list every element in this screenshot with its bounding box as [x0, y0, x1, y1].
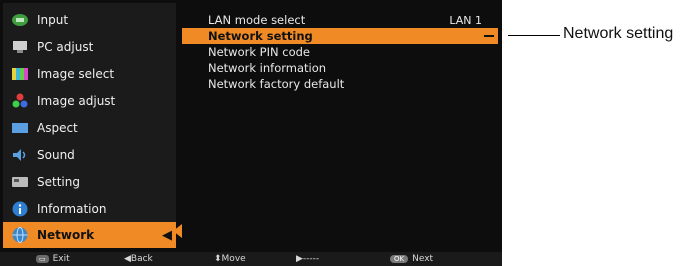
footer-next: OK Next — [390, 252, 433, 266]
setting-icon — [11, 174, 29, 190]
dash-marker-icon — [484, 35, 494, 37]
footer-move: ⬍Move — [214, 254, 246, 264]
sound-icon — [11, 147, 29, 163]
callout-line — [508, 35, 560, 36]
row-label: Network PIN code — [208, 45, 310, 59]
menu-row-network-information[interactable]: Network information — [182, 60, 498, 76]
footer-next-label: Next — [412, 254, 434, 264]
row-label: Network information — [208, 61, 327, 75]
sidebar-item-pc-adjust[interactable]: PC adjust — [3, 34, 176, 60]
sidebar-item-sound[interactable]: Sound — [3, 142, 176, 168]
footer-exit: ▭ Exit — [36, 252, 70, 266]
sidebar-item-label: Network — [37, 228, 95, 242]
menu-row-lan-mode-select[interactable]: LAN mode select LAN 1 — [182, 12, 498, 28]
ok-key-icon: OK — [390, 255, 409, 263]
selected-marker-icon: ◀ — [162, 227, 172, 243]
main-menu-sidebar: Input PC adjust Image select Image adjus… — [3, 3, 176, 248]
button-guide-bar: ▭ Exit ◀Back ⬍Move ▶----- OK Next — [0, 252, 502, 266]
sidebar-item-information[interactable]: Information — [3, 196, 176, 222]
pc-adjust-icon — [11, 39, 29, 55]
sidebar-item-aspect[interactable]: Aspect — [3, 115, 176, 141]
footer-exit-label: Exit — [52, 254, 70, 264]
sidebar-item-label: PC adjust — [37, 40, 94, 54]
sidebar-item-label: Image select — [37, 67, 115, 81]
callout-label: Network setting — [563, 25, 674, 42]
sidebar-item-label: Input — [37, 13, 69, 27]
sidebar-item-setting[interactable]: Setting — [3, 169, 176, 195]
exit-key-icon: ▭ — [36, 255, 49, 263]
sidebar-item-image-select[interactable]: Image select — [3, 61, 176, 87]
sidebar-item-image-adjust[interactable]: Image adjust — [3, 88, 176, 114]
sidebar-item-label: Information — [37, 202, 107, 216]
sidebar-item-label: Aspect — [37, 121, 78, 135]
row-value: LAN 1 — [449, 13, 482, 27]
aspect-icon — [11, 120, 29, 136]
footer-back: ◀Back — [124, 254, 153, 264]
menu-row-network-setting[interactable]: Network setting — [182, 28, 498, 44]
input-icon — [11, 12, 29, 28]
network-icon — [11, 227, 29, 243]
image-select-icon — [11, 66, 29, 82]
sidebar-item-network[interactable]: Network ◀ — [3, 222, 176, 248]
footer-dashes: ▶----- — [296, 254, 320, 264]
sidebar-item-input[interactable]: Input — [3, 7, 176, 33]
network-submenu: LAN mode select LAN 1 Network setting Ne… — [182, 8, 498, 248]
sidebar-item-label: Setting — [37, 175, 80, 189]
projector-osd-menu: Input PC adjust Image select Image adjus… — [0, 0, 502, 266]
image-adjust-icon — [11, 93, 29, 109]
row-label: Network setting — [208, 29, 313, 43]
row-label: LAN mode select — [208, 13, 306, 27]
selection-pointer-icon — [173, 224, 182, 238]
sidebar-item-label: Image adjust — [37, 94, 116, 108]
row-label: Network factory default — [208, 77, 345, 91]
menu-row-network-factory-default[interactable]: Network factory default — [182, 76, 498, 92]
menu-row-network-pin-code[interactable]: Network PIN code — [182, 44, 498, 60]
sidebar-item-label: Sound — [37, 148, 75, 162]
information-icon — [11, 201, 29, 217]
